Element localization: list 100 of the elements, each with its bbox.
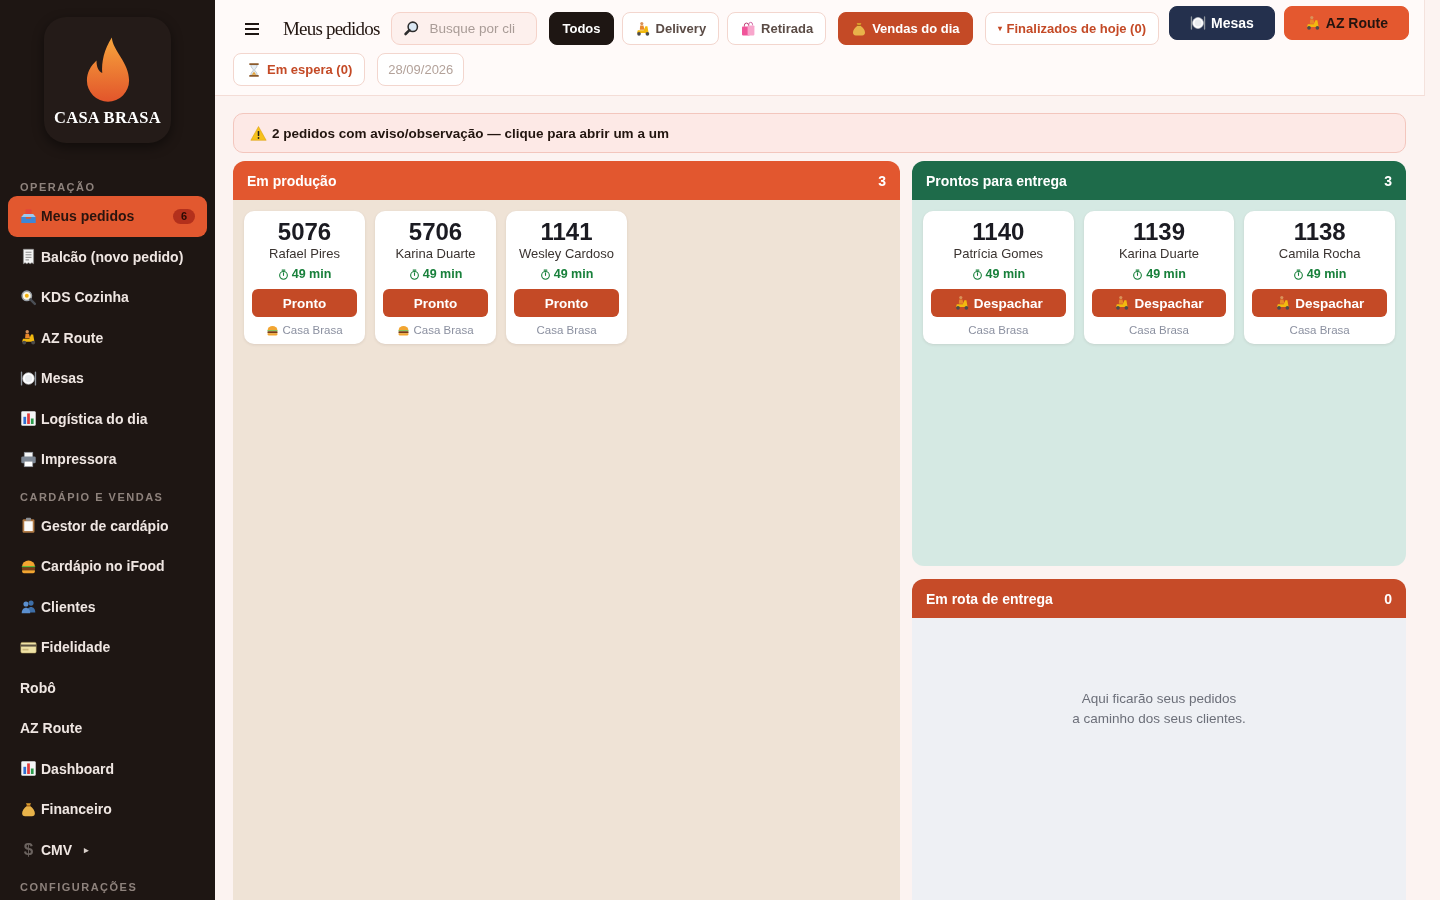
store-name: Casa Brasa — [282, 324, 343, 336]
caret-icon: ▾ — [997, 24, 1002, 33]
bar-chart-icon — [20, 410, 37, 428]
order-number: 5076 — [276, 219, 333, 245]
clipboard-icon — [20, 517, 37, 535]
section-heading: CARDÁPIO E VENDAS — [19, 489, 165, 504]
search-icon — [403, 20, 421, 37]
sidebar-item[interactable]: Fidelidade — [8, 627, 207, 668]
magnifier-icon — [20, 288, 37, 306]
stopwatch-icon — [408, 268, 420, 280]
inbox-tray-icon — [20, 207, 37, 225]
column-title: Em rota de entrega — [926, 590, 1053, 607]
money-bag-icon — [20, 800, 37, 818]
sidebar-item[interactable]: KDS Cozinha — [8, 277, 207, 318]
order-card[interactable]: 1141 Wesley Cardoso 49 min Pronto Casa Brasa — [506, 211, 627, 344]
shopping-bags-icon — [740, 20, 757, 37]
warning-icon — [250, 124, 267, 142]
alert-banner[interactable]: 2 pedidos com aviso/observação — clique para abrir um a um — [233, 113, 1406, 153]
order-number: 5706 — [407, 219, 464, 245]
elapsed-time: 49 min — [422, 267, 463, 281]
filter-tab[interactable]: Delivery — [621, 12, 720, 45]
store-name: Casa Brasa — [536, 324, 597, 336]
sidebar-item[interactable]: $ CMV ▸ — [8, 829, 207, 870]
stopwatch-icon — [971, 268, 983, 280]
column-count: 3 — [878, 172, 886, 189]
store-name: Casa Brasa — [968, 324, 1029, 336]
sidebar-item[interactable]: Dashboard — [8, 748, 207, 789]
elapsed-time: 49 min — [1306, 267, 1347, 281]
printer-icon — [20, 450, 37, 468]
customer-name: Patrícia Gomes — [952, 245, 1045, 263]
sidebar-item[interactable]: Clientes — [8, 586, 207, 627]
order-card[interactable]: 1139 Karina Duarte 49 min Despachar Casa Brasa — [1083, 211, 1235, 344]
column-title: Prontos para entrega — [926, 172, 1067, 189]
toolbar-button[interactable]: ▾ Finalizados de hoje (0) — [984, 12, 1159, 45]
scooter-icon — [1114, 295, 1131, 311]
order-number: 1138 — [1292, 219, 1347, 245]
sidebar-item[interactable]: Logística do dia — [8, 398, 207, 439]
scooter-icon — [20, 329, 37, 347]
order-card[interactable]: 1138 Camila Rocha 49 min Despachar Casa Brasa — [1244, 211, 1395, 344]
stopwatch-icon — [277, 268, 289, 280]
brand-name: CASA BRASA — [53, 108, 162, 128]
action-button[interactable]: Pronto — [514, 289, 619, 317]
stopwatch-icon — [539, 268, 551, 280]
scooter-icon — [634, 20, 651, 37]
elapsed-time: 49 min — [553, 267, 594, 281]
order-card[interactable]: 5706 Karina Duarte 49 min Pronto Casa Brasa — [375, 211, 496, 344]
order-number: 1141 — [539, 219, 594, 245]
order-card[interactable]: 1140 Patrícia Gomes 49 min Despachar Casa Brasa — [923, 211, 1074, 344]
order-number: 1139 — [1131, 219, 1187, 245]
action-button[interactable]: Despachar — [1091, 289, 1227, 317]
nav-button[interactable]: Mesas — [1168, 6, 1275, 40]
customer-name: Karina Duarte — [1117, 245, 1201, 263]
scooter-icon — [1304, 15, 1321, 31]
sidebar-item[interactable]: Financeiro — [8, 789, 207, 830]
section-heading: OPERAÇÃO — [19, 180, 97, 194]
filter-tab[interactable]: Todos — [549, 12, 614, 45]
scooter-icon — [1275, 295, 1292, 311]
sidebar-item[interactable]: AZ Route — [8, 708, 207, 749]
plate-icon — [20, 369, 37, 387]
column-count: 0 — [1384, 590, 1392, 607]
elapsed-time: 49 min — [985, 267, 1026, 281]
action-button[interactable]: Despachar — [931, 289, 1066, 317]
caret-icon: ▸ — [84, 844, 90, 855]
order-number: 1140 — [971, 219, 1026, 245]
sidebar-item[interactable]: Mesas — [8, 358, 207, 399]
people-icon — [20, 598, 37, 616]
stopwatch-icon — [1292, 268, 1304, 280]
toolbar-button[interactable]: Em espera (0) — [233, 53, 366, 86]
page-title: Meus pedidos — [283, 17, 380, 40]
toolbar-button[interactable]: Vendas do dia — [838, 12, 973, 45]
sidebar-item[interactable]: Cardápio no iFood — [8, 546, 207, 587]
money-bag-icon — [851, 20, 868, 37]
stopwatch-icon — [1132, 268, 1144, 280]
customer-name: Rafael Pires — [268, 245, 341, 263]
action-button[interactable]: Pronto — [252, 289, 357, 317]
section-heading: CONFIGURAÇÕES — [19, 880, 139, 894]
plate-icon — [1189, 15, 1206, 31]
action-button[interactable]: Pronto — [383, 289, 488, 317]
nav-button[interactable]: AZ Route — [1283, 6, 1409, 40]
dollar-icon: $ — [20, 839, 37, 860]
menu-icon[interactable] — [245, 22, 259, 35]
search-field[interactable]: Busque por cli — [391, 12, 538, 45]
column-title: Em produção — [247, 172, 337, 189]
action-button[interactable]: Despachar — [1252, 289, 1387, 317]
sidebar-item[interactable]: Robô — [8, 667, 207, 708]
count-badge: 6 — [172, 208, 195, 224]
sidebar-item[interactable]: Balcão (novo pedido) — [8, 236, 207, 277]
filter-tab[interactable]: Retirada — [727, 12, 827, 45]
sidebar-item[interactable]: Impressora — [8, 439, 207, 480]
store-name: Casa Brasa — [1128, 324, 1190, 336]
sidebar-item[interactable]: Meus pedidos 6 — [8, 196, 207, 237]
customer-name: Wesley Cardoso — [517, 245, 616, 263]
order-card[interactable]: 5076 Rafael Pires 49 min Pronto Casa Brasa — [244, 211, 365, 344]
flame-icon — [84, 37, 131, 103]
sidebar-item[interactable]: AZ Route — [8, 317, 207, 358]
sidebar-item[interactable]: Gestor de cardápio — [8, 505, 207, 546]
column-count: 3 — [1384, 172, 1392, 189]
empty-message: Aqui ficarão seus pedidos a caminho dos seus clientes. — [1071, 690, 1247, 728]
store-name: Casa Brasa — [1289, 324, 1350, 336]
store-name: Casa Brasa — [413, 324, 474, 336]
